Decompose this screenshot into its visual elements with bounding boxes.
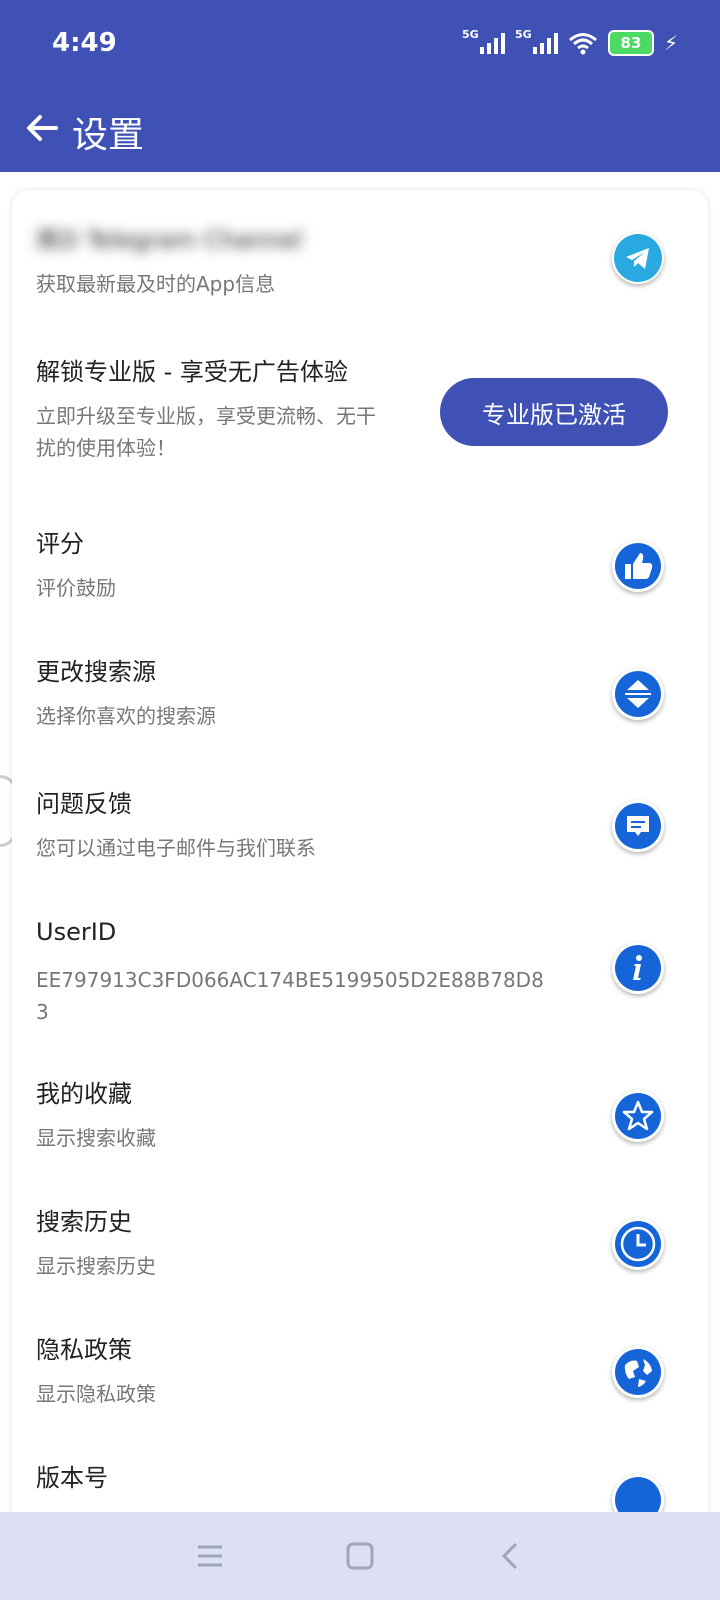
favorites-title: 我的收藏 — [36, 1080, 132, 1108]
wifi-icon — [568, 33, 597, 55]
page-title: 设置 — [72, 115, 145, 156]
signal-icon: 5G — [462, 28, 505, 54]
network-type-label: 5G — [461, 28, 479, 41]
setting-userid[interactable]: UserID EE797913C3FD066AC174BE5199505D2E8… — [12, 904, 708, 1044]
setting-telegram[interactable]: 炼D Telegram Channel 获取最新最及时的App信息 — [12, 190, 708, 308]
privacy-subtitle: 显示隐私政策 — [36, 1382, 156, 1406]
pro-title: 解锁专业版 - 享受无广告体验 — [36, 358, 348, 386]
clock-icon — [612, 1218, 664, 1270]
charging-icon: ⚡ — [663, 31, 678, 55]
setting-feedback[interactable]: 问题反馈 您可以通过电子邮件与我们联系 — [12, 770, 708, 880]
history-subtitle: 显示搜索历史 — [36, 1254, 156, 1278]
pro-activated-button[interactable]: 专业版已激活 — [440, 378, 668, 446]
thumbs-up-icon — [612, 540, 664, 592]
rate-title: 评分 — [36, 530, 84, 558]
telegram-title: 炼D Telegram Channel — [36, 226, 303, 254]
version-title: 版本号 — [36, 1464, 108, 1492]
userid-title: UserID — [36, 918, 117, 946]
feedback-subtitle: 您可以通过电子邮件与我们联系 — [36, 836, 316, 860]
settings-card: 炼D Telegram Channel 获取最新最及时的App信息 解锁专业版 … — [12, 190, 708, 1512]
info-icon — [612, 942, 664, 994]
back-arrow-icon[interactable] — [22, 108, 62, 148]
favorites-subtitle: 显示搜索收藏 — [36, 1126, 156, 1150]
telegram-subtitle: 获取最新最及时的App信息 — [36, 272, 276, 296]
setting-favorites[interactable]: 我的收藏 显示搜索收藏 — [12, 1060, 708, 1170]
home-icon[interactable] — [340, 1538, 380, 1574]
userid-value: EE797913C3FD066AC174BE5199505D2E88B78D83 — [36, 968, 544, 1024]
setting-version[interactable]: 版本号 — [12, 1444, 708, 1512]
system-nav-bar — [0, 1512, 720, 1600]
menu-icon[interactable] — [190, 1538, 230, 1574]
source-subtitle: 选择你喜欢的搜索源 — [36, 704, 216, 728]
back-icon[interactable] — [490, 1538, 530, 1574]
signal-icon-2: 5G — [515, 28, 558, 54]
feedback-title: 问题反馈 — [36, 790, 132, 818]
history-title: 搜索历史 — [36, 1208, 132, 1236]
app-bar: 设置 — [0, 90, 720, 172]
status-icons: 5G 5G 83 ⚡ — [462, 28, 678, 56]
settings-list-container[interactable]: 炼D Telegram Channel 获取最新最及时的App信息 解锁专业版 … — [0, 172, 720, 1512]
status-time: 4:49 — [52, 28, 117, 58]
setting-privacy[interactable]: 隐私政策 显示隐私政策 — [12, 1316, 708, 1426]
rate-subtitle: 评价鼓励 — [36, 576, 116, 600]
setting-search-source[interactable]: 更改搜索源 选择你喜欢的搜索源 — [12, 638, 708, 748]
source-title: 更改搜索源 — [36, 658, 156, 686]
sort-icon — [612, 668, 664, 720]
version-icon — [612, 1474, 664, 1512]
telegram-icon — [612, 232, 664, 284]
setting-rate[interactable]: 评分 评价鼓励 — [12, 510, 708, 620]
pro-subtitle: 立即升级至专业版，享受更流畅、无干扰的使用体验！ — [36, 404, 376, 460]
message-icon — [612, 800, 664, 852]
network-type-label-2: 5G — [514, 28, 532, 41]
status-bar: 4:49 5G 5G 83 ⚡ — [0, 0, 720, 90]
globe-icon — [612, 1346, 664, 1398]
battery-indicator: 83 — [607, 30, 654, 56]
star-icon — [612, 1090, 664, 1142]
setting-history[interactable]: 搜索历史 显示搜索历史 — [12, 1188, 708, 1298]
privacy-title: 隐私政策 — [36, 1336, 132, 1364]
